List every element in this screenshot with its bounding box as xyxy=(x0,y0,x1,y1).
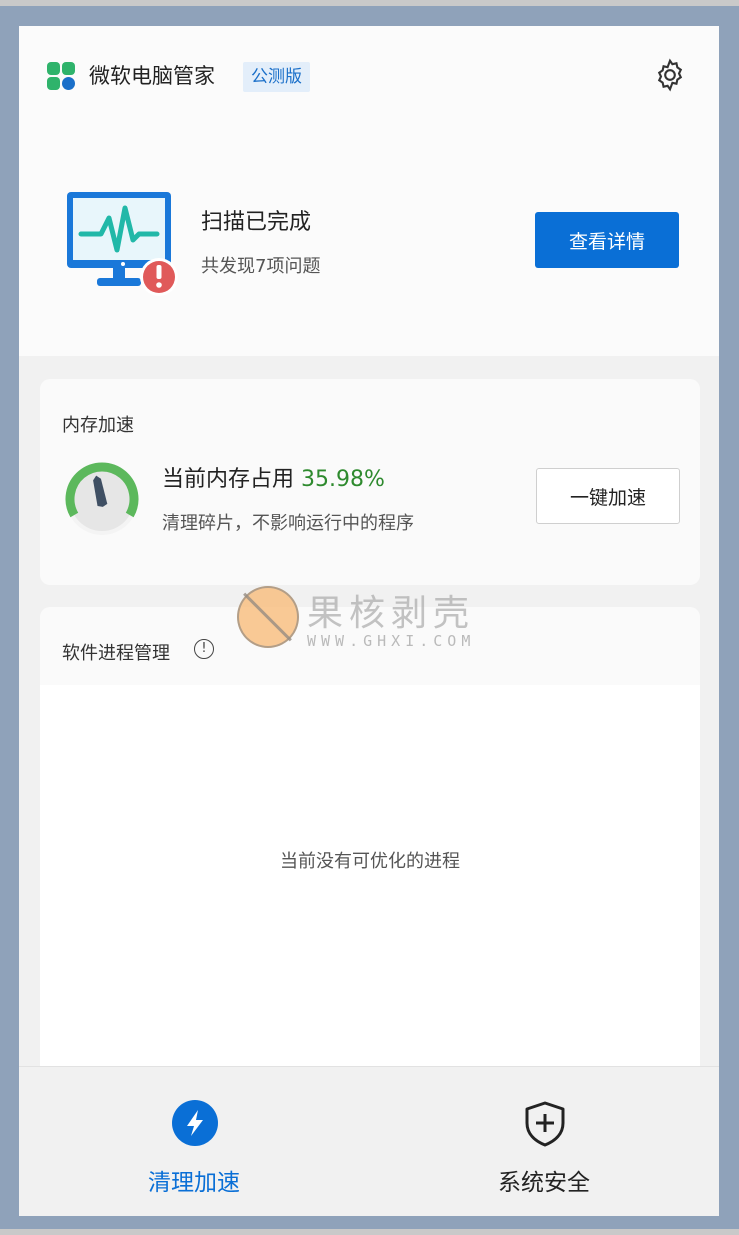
bottom-border xyxy=(0,1229,739,1235)
nav-item-system-security[interactable]: 系统安全 xyxy=(369,1067,719,1216)
info-icon[interactable]: ! xyxy=(194,639,214,659)
lightning-icon xyxy=(172,1100,218,1146)
gear-icon[interactable] xyxy=(652,57,688,93)
edition-badge: 公测版 xyxy=(243,62,310,92)
memory-usage-title: 当前内存占用 35.98% xyxy=(162,461,385,493)
memory-usage-label: 当前内存占用 xyxy=(162,467,295,492)
memory-subtitle: 清理碎片，不影响运行中的程序 xyxy=(162,513,414,534)
process-list: 当前没有可优化的进程 xyxy=(40,685,700,1087)
process-management-card: 软件进程管理 ! 当前没有可优化的进程 xyxy=(40,607,700,1087)
app-logo-icon xyxy=(47,62,75,90)
memory-usage-percent: 35.98% xyxy=(301,467,385,492)
app-window: 微软电脑管家 公测版 扫描已完成 共发现7项问题 查看详情 内存加速 当前内存占… xyxy=(19,26,719,1216)
memory-card-title: 内存加速 xyxy=(62,415,134,436)
empty-process-message: 当前没有可优化的进程 xyxy=(280,851,460,872)
header-panel: 微软电脑管家 公测版 扫描已完成 共发现7项问题 查看详情 xyxy=(19,26,719,356)
top-border xyxy=(0,0,739,6)
watermark: 果核剥壳 WWW.GHXI.COM xyxy=(237,584,517,654)
scan-status-title: 扫描已完成 xyxy=(201,210,312,235)
watermark-text-en: WWW.GHXI.COM xyxy=(307,632,476,650)
bottom-nav: 清理加速 系统安全 xyxy=(19,1066,719,1216)
view-details-button[interactable]: 查看详情 xyxy=(535,212,679,268)
app-title: 微软电脑管家 xyxy=(89,64,215,88)
nav-label-system-security: 系统安全 xyxy=(498,1170,590,1196)
process-card-title: 软件进程管理 xyxy=(62,643,170,664)
scan-status-subtitle: 共发现7项问题 xyxy=(201,256,321,277)
nav-item-clean-boost[interactable]: 清理加速 xyxy=(19,1067,369,1216)
memory-boost-card: 内存加速 当前内存占用 35.98% 清理碎片，不影响运行中的程序 一键加速 xyxy=(40,379,700,585)
monitor-alert-icon xyxy=(67,192,178,296)
shield-plus-icon xyxy=(525,1101,565,1147)
nav-label-clean-boost: 清理加速 xyxy=(148,1170,240,1196)
speed-gauge-icon xyxy=(65,462,139,535)
one-click-boost-button[interactable]: 一键加速 xyxy=(536,468,680,524)
watermark-text-cn: 果核剥壳 xyxy=(307,593,476,634)
